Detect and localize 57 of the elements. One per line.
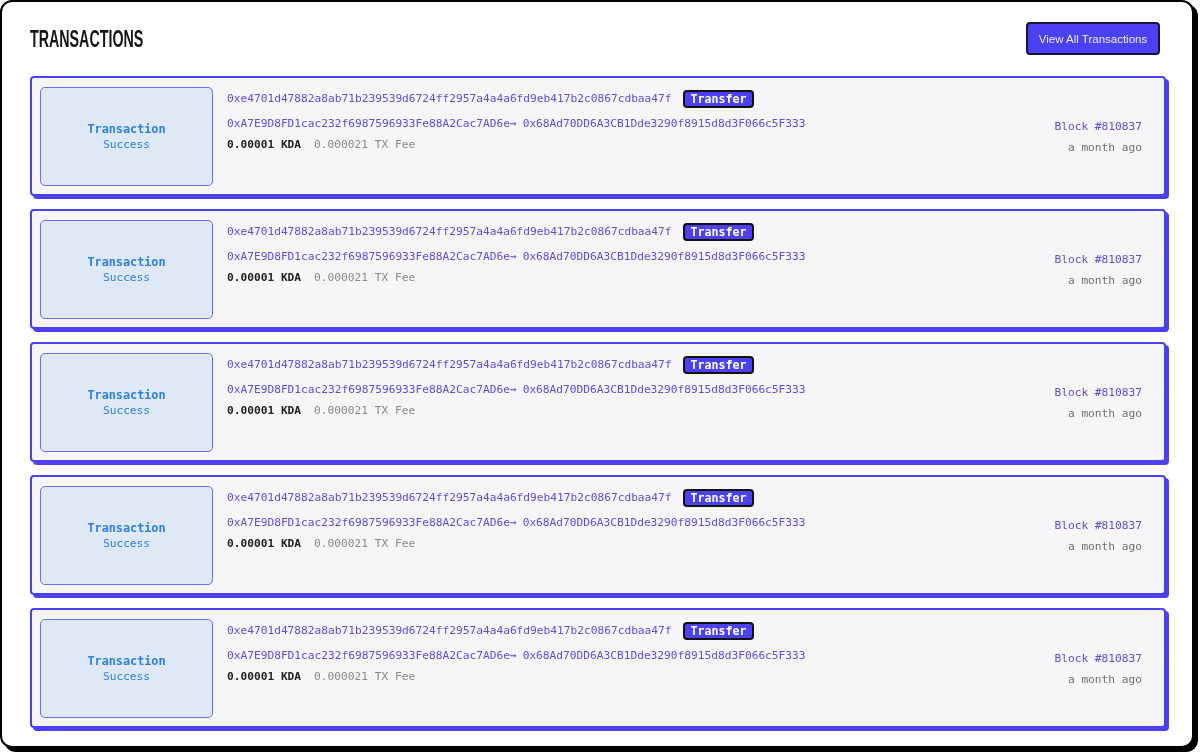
from-address-link[interactable]: 0xA7E9D8FD1cac232f6987596933Fe88A2Cac7AD6e bbox=[227, 249, 510, 263]
to-address-link[interactable]: 0x68Ad70DD6A3CB1Dde3290f8915d8d3F066c5F333 bbox=[522, 515, 806, 529]
arrow-icon: → bbox=[509, 648, 517, 662]
type-badge: Transfer bbox=[682, 355, 755, 374]
status-text: Success bbox=[102, 136, 151, 153]
status-title: Transaction bbox=[87, 386, 166, 403]
status-text: Success bbox=[102, 402, 151, 419]
status-title: Transaction bbox=[87, 519, 166, 536]
type-badge: Transfer bbox=[682, 621, 755, 640]
transaction-hash-link[interactable]: 0xe4701d47882a8ab71b239539d6724ff2957a4a4a6fd9eb417b2c0867cdbaa47f bbox=[227, 92, 672, 105]
fee-text: 0.000021 TX Fee bbox=[314, 669, 416, 683]
status-title: Transaction bbox=[87, 253, 166, 270]
block-link[interactable]: Block #810837 bbox=[1054, 115, 1142, 137]
amount-text: 0.00001 KDA bbox=[227, 403, 302, 417]
arrow-icon: → bbox=[509, 515, 517, 529]
fee-text: 0.000021 TX Fee bbox=[314, 137, 416, 151]
status-text: Success bbox=[102, 668, 151, 685]
amount-text: 0.00001 KDA bbox=[227, 536, 302, 550]
to-address-link[interactable]: 0x68Ad70DD6A3CB1Dde3290f8915d8d3F066c5F333 bbox=[522, 648, 806, 662]
block-link[interactable]: Block #810837 bbox=[1054, 248, 1142, 270]
fee-text: 0.000021 TX Fee bbox=[314, 536, 416, 550]
status-text: Success bbox=[102, 535, 151, 552]
from-address-link[interactable]: 0xA7E9D8FD1cac232f6987596933Fe88A2Cac7AD6e bbox=[227, 515, 510, 529]
time-text: a month ago bbox=[1067, 538, 1142, 555]
type-badge: Transfer bbox=[682, 89, 755, 108]
section-title: TRANSACTIONS bbox=[30, 26, 144, 51]
time-text: a month ago bbox=[1067, 405, 1142, 422]
view-all-button[interactable]: View All Transactions bbox=[1026, 22, 1160, 55]
from-address-link[interactable]: 0xA7E9D8FD1cac232f6987596933Fe88A2Cac7AD6e bbox=[227, 116, 510, 130]
status-title: Transaction bbox=[87, 652, 166, 669]
status-text: Success bbox=[102, 269, 151, 286]
fee-text: 0.000021 TX Fee bbox=[314, 403, 416, 417]
to-address-link[interactable]: 0x68Ad70DD6A3CB1Dde3290f8915d8d3F066c5F333 bbox=[522, 382, 806, 396]
transaction-hash-link[interactable]: 0xe4701d47882a8ab71b239539d6724ff2957a4a4a6fd9eb417b2c0867cdbaa47f bbox=[227, 624, 672, 637]
to-address-link[interactable]: 0x68Ad70DD6A3CB1Dde3290f8915d8d3F066c5F333 bbox=[522, 116, 806, 130]
arrow-icon: → bbox=[509, 249, 517, 263]
type-badge: Transfer bbox=[682, 222, 755, 241]
status-title: Transaction bbox=[87, 120, 166, 137]
amount-text: 0.00001 KDA bbox=[227, 270, 302, 284]
arrow-icon: → bbox=[509, 116, 517, 130]
block-link[interactable]: Block #810837 bbox=[1054, 514, 1142, 536]
to-address-link[interactable]: 0x68Ad70DD6A3CB1Dde3290f8915d8d3F066c5F333 bbox=[522, 249, 806, 263]
block-link[interactable]: Block #810837 bbox=[1054, 647, 1142, 669]
arrow-icon: → bbox=[509, 382, 517, 396]
transaction-hash-link[interactable]: 0xe4701d47882a8ab71b239539d6724ff2957a4a4a6fd9eb417b2c0867cdbaa47f bbox=[227, 358, 672, 371]
time-text: a month ago bbox=[1067, 272, 1142, 289]
transaction-hash-link[interactable]: 0xe4701d47882a8ab71b239539d6724ff2957a4a4a6fd9eb417b2c0867cdbaa47f bbox=[227, 491, 672, 504]
from-address-link[interactable]: 0xA7E9D8FD1cac232f6987596933Fe88A2Cac7AD6e bbox=[227, 382, 510, 396]
time-text: a month ago bbox=[1067, 671, 1142, 688]
amount-text: 0.00001 KDA bbox=[227, 137, 302, 151]
fee-text: 0.000021 TX Fee bbox=[314, 270, 416, 284]
block-link[interactable]: Block #810837 bbox=[1054, 381, 1142, 403]
type-badge: Transfer bbox=[682, 488, 755, 507]
amount-text: 0.00001 KDA bbox=[227, 669, 302, 683]
transaction-hash-link[interactable]: 0xe4701d47882a8ab71b239539d6724ff2957a4a4a6fd9eb417b2c0867cdbaa47f bbox=[227, 225, 672, 238]
time-text: a month ago bbox=[1067, 139, 1142, 156]
from-address-link[interactable]: 0xA7E9D8FD1cac232f6987596933Fe88A2Cac7AD6e bbox=[227, 648, 510, 662]
